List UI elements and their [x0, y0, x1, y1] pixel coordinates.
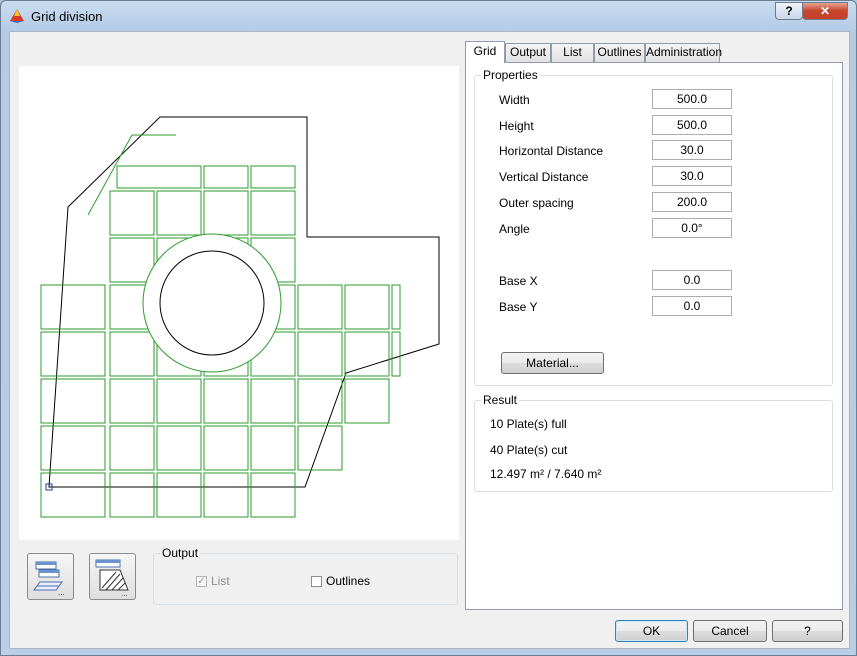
preview-drawing	[40, 116, 440, 518]
plate-cell	[116, 165, 202, 189]
plate-cell	[40, 284, 106, 330]
layers-list-button[interactable]: ...	[27, 553, 74, 600]
outlines-checkbox[interactable]	[311, 575, 322, 587]
plate-cell	[391, 331, 401, 377]
plate-cell	[156, 425, 202, 471]
plate-cell	[156, 472, 202, 518]
base-x-label: Base X	[499, 274, 538, 288]
outer-spacing-input[interactable]: 200.0	[652, 192, 732, 212]
angle-label: Angle	[499, 222, 530, 236]
ok-button[interactable]: OK	[615, 620, 688, 642]
plate-cell	[156, 378, 202, 424]
plate-cell	[156, 190, 202, 236]
list-checkbox[interactable]: ✓	[196, 575, 207, 587]
base-y-label: Base Y	[499, 300, 538, 314]
hatch-grid-button[interactable]: ...	[89, 553, 136, 600]
plate-cell	[40, 331, 106, 377]
tab-administration[interactable]: Administration	[645, 43, 722, 62]
plate-cell	[109, 472, 155, 518]
plate-cell	[250, 165, 296, 189]
grid-tab-panel: Properties Width 500.0 Height 500.0 Hori…	[465, 62, 843, 610]
plate-cell	[109, 190, 155, 236]
plate-cell	[109, 378, 155, 424]
angle-input[interactable]: 0.0°	[652, 218, 732, 238]
plate-cell	[203, 425, 249, 471]
titlebar-help-button[interactable]: ?	[775, 2, 803, 20]
vertical-distance-label: Vertical Distance	[499, 170, 589, 184]
layers-list-icon: ...	[33, 561, 65, 597]
plate-cell	[109, 331, 155, 377]
result-area: 12.497 m² / 7.640 m²	[490, 467, 602, 481]
plate-cell	[40, 472, 106, 518]
dialog-window: Grid division ? ✕ ... ... Output ✓ List …	[0, 0, 857, 656]
tab-grid[interactable]: Grid	[465, 41, 505, 63]
outer-spacing-label: Outer spacing	[499, 196, 574, 210]
titlebar-close-button[interactable]: ✕	[802, 2, 848, 20]
plate-cell	[391, 284, 401, 330]
list-checkbox-row: ✓ List	[196, 574, 230, 588]
outlines-checkbox-label[interactable]: Outlines	[326, 574, 370, 588]
plate-cell	[297, 331, 343, 377]
plate-cell	[203, 378, 249, 424]
help-button[interactable]: ?	[772, 620, 843, 642]
result-cut-plates: 40 Plate(s) cut	[490, 443, 568, 457]
width-input[interactable]: 500.0	[652, 89, 732, 109]
plate-cell	[250, 378, 296, 424]
outlines-checkbox-row: Outlines	[311, 574, 370, 588]
plate-cell	[109, 237, 155, 283]
list-checkbox-label: List	[211, 574, 230, 588]
grid-preview	[19, 66, 459, 540]
plate-cell	[344, 331, 390, 377]
height-label: Height	[499, 119, 534, 133]
output-legend: Output	[160, 546, 201, 560]
hole-outline	[159, 250, 265, 356]
tab-outlines[interactable]: Outlines	[594, 43, 645, 62]
plate-cell	[344, 378, 390, 424]
window-title: Grid division	[31, 9, 103, 24]
material-button[interactable]: Material...	[501, 352, 604, 374]
result-group: Result 10 Plate(s) full 40 Plate(s) cut …	[474, 393, 833, 492]
horizontal-distance-input[interactable]: 30.0	[652, 140, 732, 160]
plate-cell	[250, 425, 296, 471]
properties-group: Properties Width 500.0 Height 500.0 Hori…	[474, 68, 833, 386]
horizontal-distance-label: Horizontal Distance	[499, 144, 604, 158]
plate-cell	[297, 425, 343, 471]
base-x-input[interactable]: 0.0	[652, 270, 732, 290]
plate-cell	[250, 190, 296, 236]
width-label: Width	[499, 93, 530, 107]
plate-cell	[109, 425, 155, 471]
height-input[interactable]: 500.0	[652, 115, 732, 135]
result-full-plates: 10 Plate(s) full	[490, 417, 567, 431]
hatch-grid-icon: ...	[95, 559, 129, 598]
plate-cell	[203, 190, 249, 236]
plate-cell	[203, 472, 249, 518]
base-y-input[interactable]: 0.0	[652, 296, 732, 316]
output-group: Output ✓ List Outlines	[153, 546, 458, 605]
svg-text:...: ...	[121, 589, 128, 598]
dialog-client-area: ... ... Output ✓ List Outlines Grid Outp…	[9, 31, 850, 649]
svg-text:...: ...	[58, 588, 65, 597]
title-bar[interactable]: Grid division ? ✕	[1, 1, 856, 31]
plate-cell	[250, 472, 296, 518]
plate-cell	[203, 165, 249, 189]
cancel-button[interactable]: Cancel	[693, 620, 767, 642]
vertical-distance-input[interactable]: 30.0	[652, 166, 732, 186]
result-legend: Result	[481, 393, 520, 407]
properties-legend: Properties	[481, 68, 540, 82]
tab-output[interactable]: Output	[505, 43, 551, 62]
plate-cell	[297, 284, 343, 330]
app-icon	[10, 9, 24, 23]
tab-list[interactable]: List	[551, 43, 594, 62]
plate-cell	[344, 284, 390, 330]
plate-cell	[40, 378, 106, 424]
